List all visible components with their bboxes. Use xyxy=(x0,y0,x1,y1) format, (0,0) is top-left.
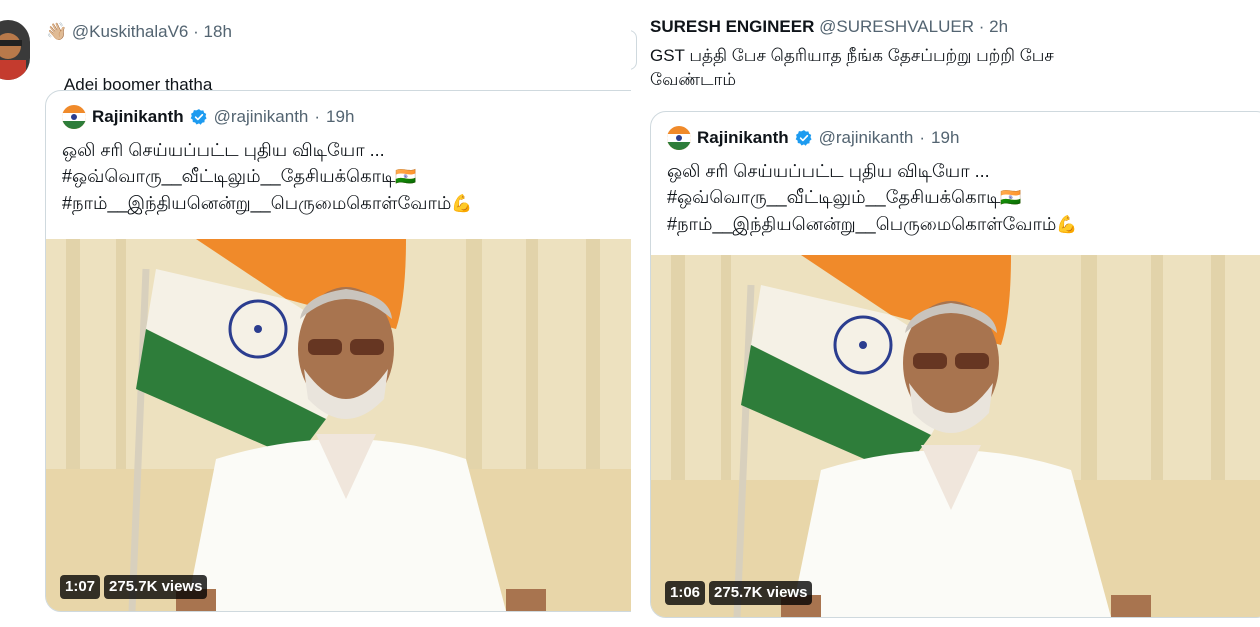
quoted-author-handle[interactable]: @rajinikanth xyxy=(214,107,309,127)
verified-icon xyxy=(795,130,812,146)
tweet-left: 👋🏼 @KuskithalaV6 · 18h Adei boomer thath… xyxy=(0,0,631,627)
quoted-line-1: ஒலி சரி செய்யப்பட்ட புதிய விடியோ ... xyxy=(62,140,385,160)
video-duration: 1:06 xyxy=(665,581,706,605)
video-thumbnail xyxy=(46,239,631,611)
quoted-tweet-header: Rajinikanth @rajinikanth · 19h xyxy=(62,105,354,129)
tweet-header: 👋🏼 @KuskithalaV6 · 18h xyxy=(46,22,232,42)
quoted-tweet-time[interactable]: 19h xyxy=(326,107,354,127)
hashtag-flag[interactable]: #ஒவ்வொரு__வீட்டிலும்__தேசியக்கொடி xyxy=(667,187,1000,207)
author-handle[interactable]: @KuskithalaV6 xyxy=(72,22,189,41)
quoted-line-1: ஒலி சரி செய்யப்பட்ட புதிய விடியோ ... xyxy=(667,161,990,181)
separator: · xyxy=(193,22,199,41)
quoted-author-avatar[interactable] xyxy=(667,126,691,150)
hashtag-pride[interactable]: #நாம்__இந்தியனென்று__பெருமைகொள்வோம் xyxy=(667,214,1056,234)
video-duration: 1:07 xyxy=(60,575,101,599)
video-badges: 1:06 275.7K views xyxy=(665,581,813,605)
user-avatar[interactable] xyxy=(0,20,30,80)
video-badges: 1:07 275.7K views xyxy=(60,575,208,599)
quoted-author-avatar[interactable] xyxy=(62,105,86,129)
quoted-tweet-header: Rajinikanth @rajinikanth · 19h xyxy=(667,126,959,150)
quoted-tweet[interactable]: Rajinikanth @rajinikanth · 19h ஒலி சரி ச… xyxy=(650,111,1260,618)
quoted-tweet-text: ஒலி சரி செய்யப்பட்ட புதிய விடியோ ... #ஒவ… xyxy=(667,158,1078,238)
video-player[interactable]: 1:07 275.7K views xyxy=(46,239,631,611)
video-thumbnail xyxy=(651,255,1260,617)
hashtag-pride[interactable]: #நாம்__இந்தியனென்று__பெருமைகொள்வோம் xyxy=(62,193,451,213)
quoted-tweet-time[interactable]: 19h xyxy=(931,128,959,148)
tweet-text: GST பத்தி பேச தெரியாத நீங்க தேசப்பற்று ப… xyxy=(650,46,1054,89)
user-avatar[interactable] xyxy=(631,30,637,70)
tweet-right: SURESH ENGINEER @SURESHVALUER · 2h GST ப… xyxy=(631,0,1260,627)
quoted-tweet[interactable]: Rajinikanth @rajinikanth · 19h ஒலி சரி ச… xyxy=(45,90,631,612)
separator: · xyxy=(314,107,321,126)
video-player[interactable]: 1:06 275.7K views xyxy=(651,255,1260,617)
quoted-author-handle[interactable]: @rajinikanth xyxy=(819,128,914,148)
author-handle[interactable]: @SURESHVALUER xyxy=(819,17,974,36)
india-flag-emoji: 🇮🇳 xyxy=(1000,188,1022,207)
india-flag-emoji: 🇮🇳 xyxy=(395,167,417,186)
separator: · xyxy=(919,128,926,147)
video-views: 275.7K views xyxy=(709,581,813,605)
flexed-biceps-emoji: 💪 xyxy=(1056,215,1078,234)
verified-icon xyxy=(190,109,207,125)
quoted-line-2: #ஒவ்வொரு__வீட்டிலும்__தேசியக்கொடி🇮🇳 xyxy=(667,184,1078,211)
quoted-line-3: #நாம்__இந்தியனென்று__பெருமைகொள்வோம்💪 xyxy=(62,190,473,217)
author-name[interactable]: SURESH ENGINEER xyxy=(650,17,814,36)
hashtag-flag[interactable]: #ஒவ்வொரு__வீட்டிலும்__தேசியக்கொடி xyxy=(62,166,395,186)
tweet-time[interactable]: 18h xyxy=(204,22,232,41)
tweet-header: SURESH ENGINEER @SURESHVALUER · 2h xyxy=(650,17,1008,37)
quoted-line-2: #ஒவ்வொரு__வீட்டிலும்__தேசியக்கொடி🇮🇳 xyxy=(62,163,473,190)
quoted-author-name[interactable]: Rajinikanth xyxy=(92,107,184,127)
quoted-tweet-text: ஒலி சரி செய்யப்பட்ட புதிய விடியோ ... #ஒவ… xyxy=(62,137,473,217)
author-emoji: 👋🏼 xyxy=(46,22,68,41)
tweet-time[interactable]: 2h xyxy=(989,17,1008,36)
quoted-author-name[interactable]: Rajinikanth xyxy=(697,128,789,148)
video-views: 275.7K views xyxy=(104,575,208,599)
quoted-line-3: #நாம்__இந்தியனென்று__பெருமைகொள்வோம்💪 xyxy=(667,211,1078,238)
flexed-biceps-emoji: 💪 xyxy=(451,194,473,213)
separator: · xyxy=(978,17,985,36)
